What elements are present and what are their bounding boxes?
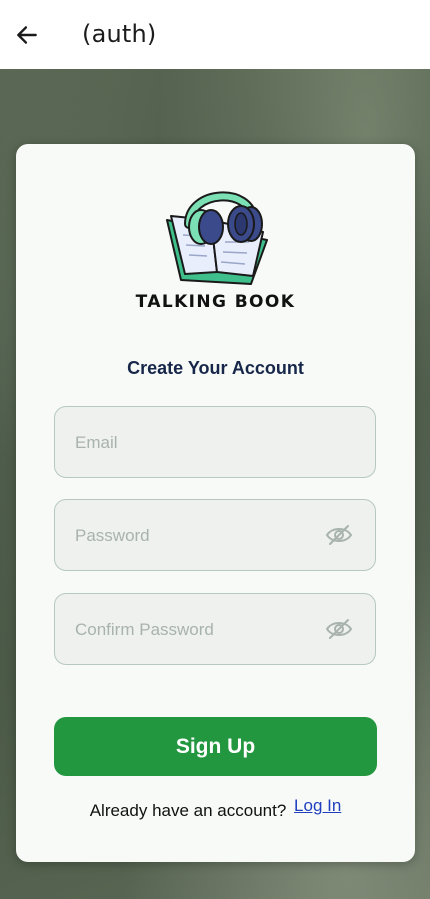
confirm-password-field-container [54, 593, 376, 666]
login-prompt-text: Already have an account? [89, 801, 287, 820]
arrow-left-icon [17, 26, 37, 44]
login-prompt: Already have an account? Log In [16, 796, 415, 821]
logo-text: TALKING BOOK [135, 292, 296, 312]
email-field[interactable] [73, 407, 317, 479]
page-title: (auth) [82, 20, 157, 48]
app-bar: (auth) [0, 0, 430, 69]
confirm-password-field[interactable] [73, 594, 317, 666]
eye-off-icon[interactable] [325, 523, 353, 547]
back-button[interactable] [10, 18, 44, 52]
form-heading: Create Your Account [127, 358, 304, 378]
email-field-container [54, 406, 376, 479]
signup-card: TALKING BOOK Create Your Account Sign Up… [16, 144, 415, 862]
book-with-headphones-logo [166, 191, 268, 285]
sign-up-button[interactable]: Sign Up [54, 717, 377, 776]
login-link[interactable]: Log In [294, 796, 341, 815]
eye-off-icon[interactable] [325, 617, 353, 641]
password-field-container [54, 499, 376, 572]
password-field[interactable] [73, 500, 317, 572]
